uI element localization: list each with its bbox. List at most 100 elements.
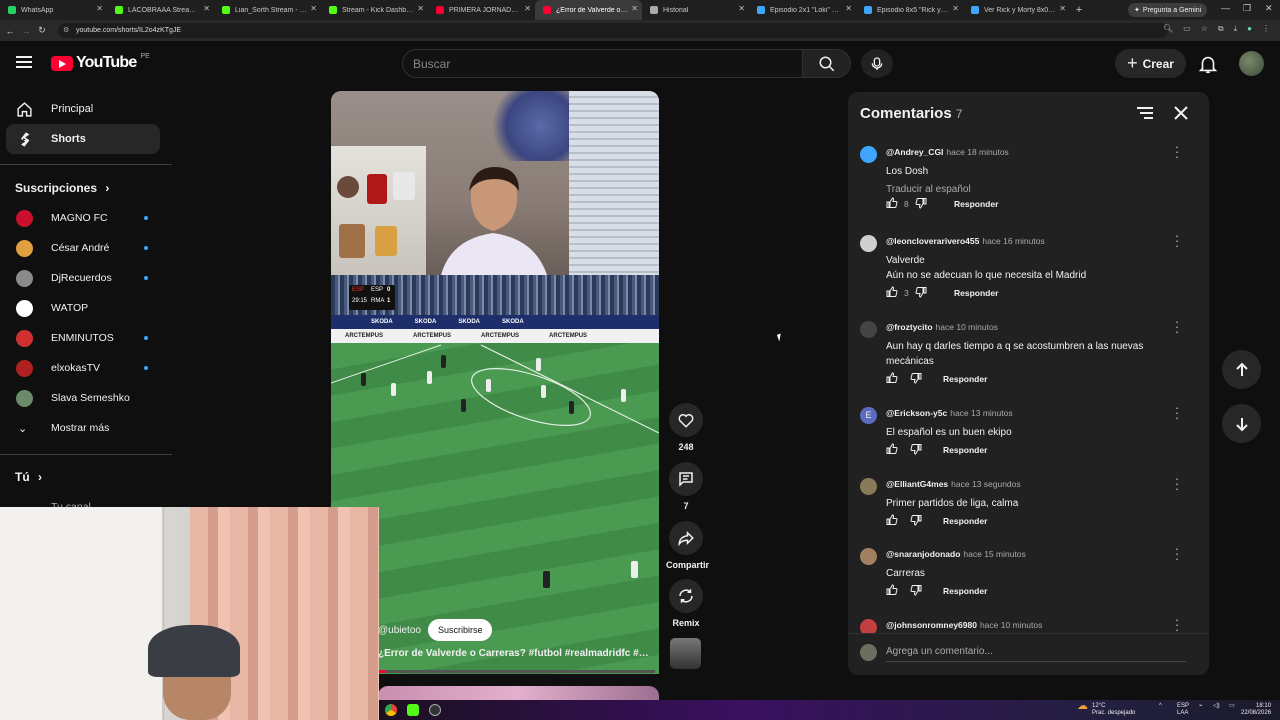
previous-short-button[interactable] <box>1222 350 1261 389</box>
youtube-logo[interactable]: YouTube PE <box>51 53 150 72</box>
tab-close-icon[interactable]: ✕ <box>1059 4 1066 13</box>
comment-more-icon[interactable]: • • • <box>1174 548 1180 563</box>
video-progress-bar[interactable] <box>378 670 655 673</box>
channel-handle[interactable]: @ubietoo <box>378 625 421 636</box>
comment-time[interactable]: hace 13 segundos <box>951 479 1020 489</box>
chrome-icon[interactable] <box>385 704 397 716</box>
thumb-up-icon[interactable] <box>886 584 898 598</box>
reload-icon[interactable]: ↻ <box>36 25 48 36</box>
tray-chevron-icon[interactable]: ^ <box>1159 703 1162 710</box>
sound-thumbnail[interactable] <box>670 638 701 669</box>
you-heading[interactable]: Tú › <box>15 470 42 484</box>
menu-icon[interactable] <box>16 56 32 68</box>
show-more-button[interactable]: ⌄ Mostrar más <box>6 413 160 443</box>
cast-icon[interactable]: ▭ <box>1183 24 1191 34</box>
thumb-down-icon[interactable] <box>910 443 922 457</box>
url-field[interactable]: ⚙ youtube.com/shorts/IL2o4zKTgJE <box>58 23 1168 38</box>
comment-more-icon[interactable]: • • • <box>1174 619 1180 634</box>
browser-tab[interactable]: Episodio 2x1 "Loki" Onlin ✕ <box>749 0 856 20</box>
reply-button[interactable]: Responder <box>943 586 987 596</box>
sidebar-item-shorts[interactable]: Shorts <box>6 124 160 154</box>
subscriptions-heading[interactable]: Suscripciones › <box>15 181 109 195</box>
reply-button[interactable]: Responder <box>943 445 987 455</box>
browser-tab[interactable]: WhatsApp ✕ <box>0 0 107 20</box>
comment-time[interactable]: hace 10 minutos <box>936 322 998 332</box>
comment-time[interactable]: hace 16 minutos <box>982 236 1044 246</box>
comment-author[interactable]: @snaranjodonado <box>886 549 960 559</box>
comment-time[interactable]: hace 10 minutos <box>980 620 1042 630</box>
thumb-down-icon[interactable] <box>910 372 922 386</box>
comment-author[interactable]: @ElliantG4mes <box>886 479 948 489</box>
reply-button[interactable]: Responder <box>954 199 998 209</box>
comment-author[interactable]: @Erickson-y5c <box>886 408 947 418</box>
gemini-button[interactable]: ✦ Pregunta a Gemini <box>1128 3 1208 17</box>
tab-close-icon[interactable]: ✕ <box>845 4 852 13</box>
share-button[interactable]: Compartir <box>666 521 709 570</box>
subscribe-button[interactable]: Suscribirse <box>427 619 493 641</box>
sidebar-item-subscription[interactable]: ENMINUTOS <box>6 323 160 353</box>
comment-more-icon[interactable]: • • • <box>1174 407 1180 422</box>
notifications-bell-icon[interactable] <box>1197 53 1219 75</box>
window-close-icon[interactable]: ✕ <box>1265 3 1273 14</box>
browser-menu-icon[interactable]: ⋮ <box>1262 24 1270 34</box>
add-comment-input[interactable]: Agrega un comentario... <box>886 646 1186 662</box>
tab-close-icon[interactable]: ✕ <box>310 4 317 13</box>
thumb-up-icon[interactable] <box>886 443 898 457</box>
comment-author[interactable]: @leoncloverarivero455 <box>886 236 979 246</box>
browser-tab[interactable]: Historial ✕ <box>642 0 749 20</box>
sidebar-item-subscription[interactable]: Slava Semeshko <box>6 383 160 413</box>
commenter-avatar[interactable] <box>860 478 877 495</box>
sidebar-item-subscription[interactable]: WATOP <box>6 293 160 323</box>
comment-time[interactable]: hace 13 minutos <box>950 408 1012 418</box>
thumb-down-icon[interactable] <box>915 197 927 211</box>
sort-icon[interactable] <box>1136 105 1154 121</box>
comment-more-icon[interactable]: • • • <box>1174 478 1180 493</box>
volume-icon[interactable]: ◁) <box>1213 703 1220 710</box>
maximize-icon[interactable]: ❐ <box>1243 3 1251 14</box>
search-button[interactable] <box>803 49 851 78</box>
thumb-up-icon[interactable] <box>886 197 898 211</box>
sidebar-item-principal[interactable]: Principal <box>6 94 160 124</box>
tab-close-icon[interactable]: ✕ <box>524 4 531 13</box>
language-indicator[interactable]: ESP LAA <box>1177 703 1189 717</box>
browser-tab[interactable]: Stream - Kick Dashboard ✕ <box>321 0 428 20</box>
reply-button[interactable]: Responder <box>943 374 987 384</box>
browser-tab[interactable]: Episodio 8x5 "Rick y Morty✕ <box>856 0 963 20</box>
reply-button[interactable]: Responder <box>943 516 987 526</box>
tab-close-icon[interactable]: ✕ <box>417 4 424 13</box>
obs-icon[interactable] <box>429 704 441 716</box>
create-button[interactable]: + Crear <box>1115 49 1186 78</box>
weather-widget[interactable]: 12°C Prac. despejado <box>1092 703 1135 717</box>
comment-author[interactable]: @johnsonromney6980 <box>886 620 977 630</box>
comment-author[interactable]: @Andrey_CGI <box>886 147 943 157</box>
tab-close-icon[interactable]: ✕ <box>631 4 638 13</box>
network-icon[interactable]: ⌁ <box>1199 703 1203 710</box>
tab-close-icon[interactable]: ✕ <box>203 4 210 13</box>
comment-more-icon[interactable]: • • • <box>1174 235 1180 250</box>
kick-app-icon[interactable] <box>407 704 419 716</box>
thumb-up-icon[interactable] <box>886 286 898 300</box>
tab-close-icon[interactable]: ✕ <box>952 4 959 13</box>
comment-more-icon[interactable]: • • • <box>1174 321 1180 336</box>
thumb-up-icon[interactable] <box>886 514 898 528</box>
tab-close-icon[interactable]: ✕ <box>96 4 103 13</box>
comments-button[interactable]: 7 <box>666 462 706 511</box>
account-avatar[interactable] <box>1239 51 1264 76</box>
bookmark-star-icon[interactable]: ☆ <box>1201 24 1208 34</box>
browser-tab[interactable]: ¿Error de Valverde o Ca ✕ <box>535 0 642 20</box>
sidebar-item-subscription[interactable]: elxokasTV <box>6 353 160 383</box>
sidebar-item-subscription[interactable]: MAGNO FC <box>6 203 160 233</box>
commenter-avatar[interactable] <box>860 146 877 163</box>
tab-close-icon[interactable]: ✕ <box>738 4 745 13</box>
browser-tab[interactable]: PRIMERA JORNADA DE ✕ <box>428 0 535 20</box>
thumb-up-icon[interactable] <box>886 372 898 386</box>
comment-time[interactable]: hace 18 minutos <box>946 147 1008 157</box>
sidebar-item-subscription[interactable]: César André <box>6 233 160 263</box>
comment-time[interactable]: hace 15 minutos <box>963 549 1025 559</box>
thumb-down-icon[interactable] <box>910 514 922 528</box>
search-input[interactable]: Buscar <box>402 49 803 78</box>
commenter-avatar[interactable] <box>860 548 877 565</box>
back-icon[interactable]: ← <box>4 26 16 36</box>
short-video-player[interactable]: SKODA SKODA SKODA SKODA ARCTEMPUS ARCTEMPUS A… <box>331 91 659 674</box>
downloads-icon[interactable]: ⤓ <box>1234 24 1238 34</box>
